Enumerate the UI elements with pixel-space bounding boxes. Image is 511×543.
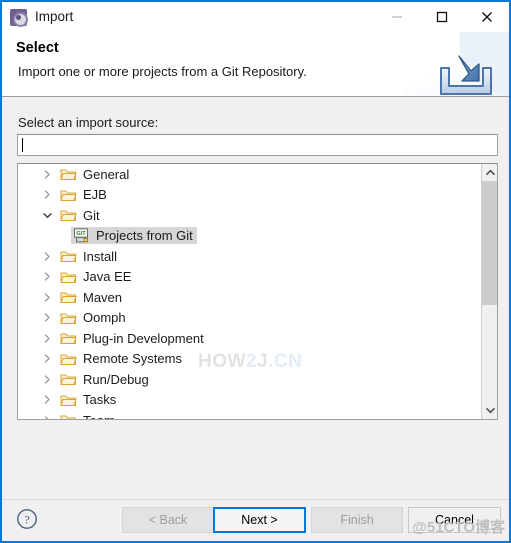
next-button[interactable]: Next >: [213, 507, 306, 533]
cancel-button[interactable]: Cancel: [408, 507, 501, 533]
tree-rows-container: General EJB Git GIT Projects from Git In…: [18, 164, 482, 419]
tree-item-projects-from-git[interactable]: GIT Projects from Git: [18, 226, 482, 247]
chevron-right-icon[interactable]: [40, 308, 54, 329]
tree-item-plug-in-development[interactable]: Plug-in Development: [18, 328, 482, 349]
tree-item-label: Remote Systems: [83, 351, 182, 367]
tree-item-label: Install: [83, 248, 117, 264]
dialog-footer: ? < Back Next > Finish Cancel @51CTO博客: [2, 499, 509, 541]
scroll-down-icon: [485, 408, 495, 414]
dialog-header: Select Import one or more projects from …: [2, 32, 509, 97]
tree-item-label: Team: [83, 413, 115, 419]
tree-item-content: Remote Systems: [40, 351, 182, 366]
chevron-right-icon[interactable]: [40, 246, 54, 267]
folder-icon: [60, 395, 77, 406]
tree-item-ejb[interactable]: EJB: [18, 185, 482, 206]
tree-item-run-debug[interactable]: Run/Debug: [18, 369, 482, 390]
back-button[interactable]: < Back: [122, 507, 214, 533]
tree-item-label: Plug-in Development: [83, 330, 204, 346]
filter-input[interactable]: [17, 134, 498, 156]
tree-item-label: Oomph: [83, 310, 126, 326]
tree-item-tasks[interactable]: Tasks: [18, 390, 482, 411]
tree-item-label: EJB: [83, 187, 107, 203]
finish-button[interactable]: Finish: [311, 507, 403, 533]
help-icon[interactable]: ?: [16, 508, 38, 530]
chevron-right-icon[interactable]: [40, 369, 54, 390]
import-dialog-window: Import Select Import one or more project…: [0, 0, 511, 543]
minimize-icon: [391, 16, 402, 18]
tree-item-label: Java EE: [83, 269, 132, 285]
window-controls: [374, 2, 509, 32]
folder-icon: [60, 313, 77, 324]
svg-text:?: ?: [24, 512, 29, 526]
import-source-label: Select an import source:: [18, 115, 159, 130]
tree-item-install[interactable]: Install: [18, 246, 482, 267]
minimize-button[interactable]: [374, 2, 419, 32]
folder-icon: [60, 251, 77, 263]
tree-item-label: Run/Debug: [83, 371, 149, 387]
import-source-tree[interactable]: General EJB Git GIT Projects from Git In…: [17, 163, 498, 420]
scroll-up-icon: [485, 169, 495, 175]
tree-item-remote-systems[interactable]: Remote Systems: [18, 349, 482, 370]
chevron-right-icon[interactable]: [40, 185, 54, 206]
window-title: Import: [35, 9, 74, 24]
tree-item-label: Projects from Git: [96, 228, 193, 244]
chevron-right-icon[interactable]: [40, 390, 54, 411]
selection-highlight: GIT Projects from Git: [71, 227, 197, 245]
maximize-button[interactable]: [419, 2, 464, 32]
scrollbar-track[interactable]: [482, 181, 497, 402]
title-bar: Import: [2, 2, 509, 32]
scroll-down-button[interactable]: [482, 402, 497, 419]
tree-item-git[interactable]: Git: [18, 205, 482, 226]
chevron-right-icon[interactable]: [40, 410, 54, 419]
chevron-right-icon[interactable]: [40, 267, 54, 288]
folder-icon: [60, 210, 77, 222]
close-button[interactable]: [464, 2, 509, 32]
folder-icon: [60, 354, 77, 365]
tree-item-label: General: [83, 166, 130, 182]
tree-item-label: Git: [83, 207, 100, 223]
chevron-down-icon[interactable]: [40, 205, 54, 226]
tree-item-general[interactable]: General: [18, 164, 482, 185]
tree-item-maven[interactable]: Maven: [18, 287, 482, 308]
folder-icon: [60, 272, 77, 283]
git-icon: GIT: [74, 228, 88, 243]
tree-item-label: Tasks: [83, 392, 117, 408]
folder-icon: [60, 169, 77, 181]
scrollbar-thumb[interactable]: [482, 181, 497, 305]
svg-text:GIT: GIT: [76, 231, 86, 237]
chevron-right-icon[interactable]: [40, 328, 54, 349]
text-caret: [22, 138, 23, 152]
chevron-right-icon[interactable]: [40, 164, 54, 185]
tree-item-team[interactable]: Team: [18, 410, 482, 419]
folder-icon: [60, 333, 77, 345]
dialog-body: Select an import source: General EJB Git…: [2, 97, 509, 499]
eclipse-icon: [10, 8, 28, 27]
folder-icon: [60, 190, 77, 201]
chevron-right-icon[interactable]: [40, 287, 54, 308]
tree-item-content: Plug-in Development: [40, 331, 204, 346]
tree-item-content: Run/Debug: [40, 372, 149, 387]
folder-icon: [60, 292, 77, 304]
page-title: Select: [16, 40, 59, 56]
folder-icon: [60, 415, 76, 419]
tree-item-java-ee[interactable]: Java EE: [18, 267, 482, 288]
close-icon: [481, 12, 492, 22]
page-description: Import one or more projects from a Git R…: [18, 64, 307, 79]
folder-icon: [60, 374, 77, 386]
import-arrow-icon: [440, 55, 492, 95]
tree-vertical-scrollbar[interactable]: [481, 164, 497, 419]
chevron-right-icon[interactable]: [40, 349, 54, 370]
maximize-icon: [436, 11, 447, 23]
scroll-up-button[interactable]: [482, 164, 497, 181]
tree-item-oomph[interactable]: Oomph: [18, 308, 482, 329]
tree-item-label: Maven: [83, 289, 123, 305]
